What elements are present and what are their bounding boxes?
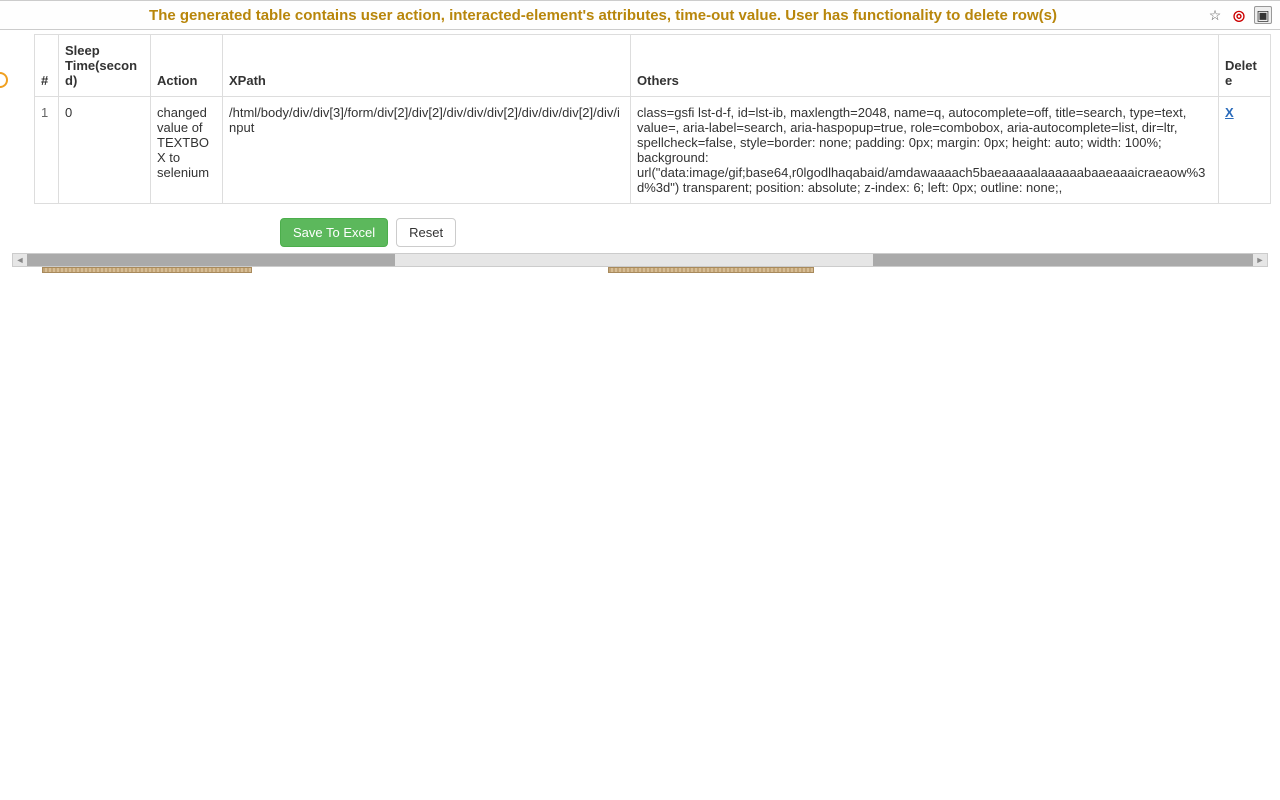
save-to-excel-button[interactable]: Save To Excel: [280, 218, 388, 247]
reset-button[interactable]: Reset: [396, 218, 456, 247]
col-header-others: Others: [631, 35, 1219, 97]
button-row: Save To Excel Reset: [280, 218, 1280, 247]
scroll-right-arrow-icon[interactable]: ►: [1253, 254, 1267, 266]
background-decoration: [0, 267, 1280, 275]
col-header-num: #: [35, 35, 59, 97]
col-header-sleep: Sleep Time(second): [59, 35, 151, 97]
cell-xpath: /html/body/div/div[3]/form/div[2]/div[2]…: [223, 97, 631, 204]
extension-icon[interactable]: ▣: [1254, 6, 1272, 24]
cell-others: class=gsfi lst-d-f, id=lst-ib, maxlength…: [631, 97, 1219, 204]
scroll-track[interactable]: [27, 254, 1253, 266]
browser-topbar: The generated table contains user action…: [0, 0, 1280, 30]
noscript-icon[interactable]: ◎: [1230, 6, 1248, 24]
cell-delete: X: [1219, 97, 1271, 204]
scroll-left-arrow-icon[interactable]: ◄: [13, 254, 27, 266]
col-header-xpath: XPath: [223, 35, 631, 97]
scroll-thumb[interactable]: [395, 254, 873, 266]
actions-table: # Sleep Time(second) Action XPath Others…: [34, 34, 1271, 204]
cell-action: changed value of TEXTBOX to selenium: [151, 97, 223, 204]
left-edge-decoration: [0, 72, 8, 88]
horizontal-scrollbar[interactable]: ◄ ►: [12, 253, 1268, 267]
cell-num: 1: [35, 97, 59, 204]
delete-row-link[interactable]: X: [1225, 105, 1234, 120]
table-header-row: # Sleep Time(second) Action XPath Others…: [35, 35, 1271, 97]
cell-sleep: 0: [59, 97, 151, 204]
col-header-action: Action: [151, 35, 223, 97]
page-title: The generated table contains user action…: [0, 7, 1206, 24]
star-icon[interactable]: ☆: [1206, 6, 1224, 24]
table-row: 1 0 changed value of TEXTBOX to selenium…: [35, 97, 1271, 204]
topbar-icons: ☆ ◎ ▣: [1206, 6, 1280, 24]
col-header-delete: Delete: [1219, 35, 1271, 97]
